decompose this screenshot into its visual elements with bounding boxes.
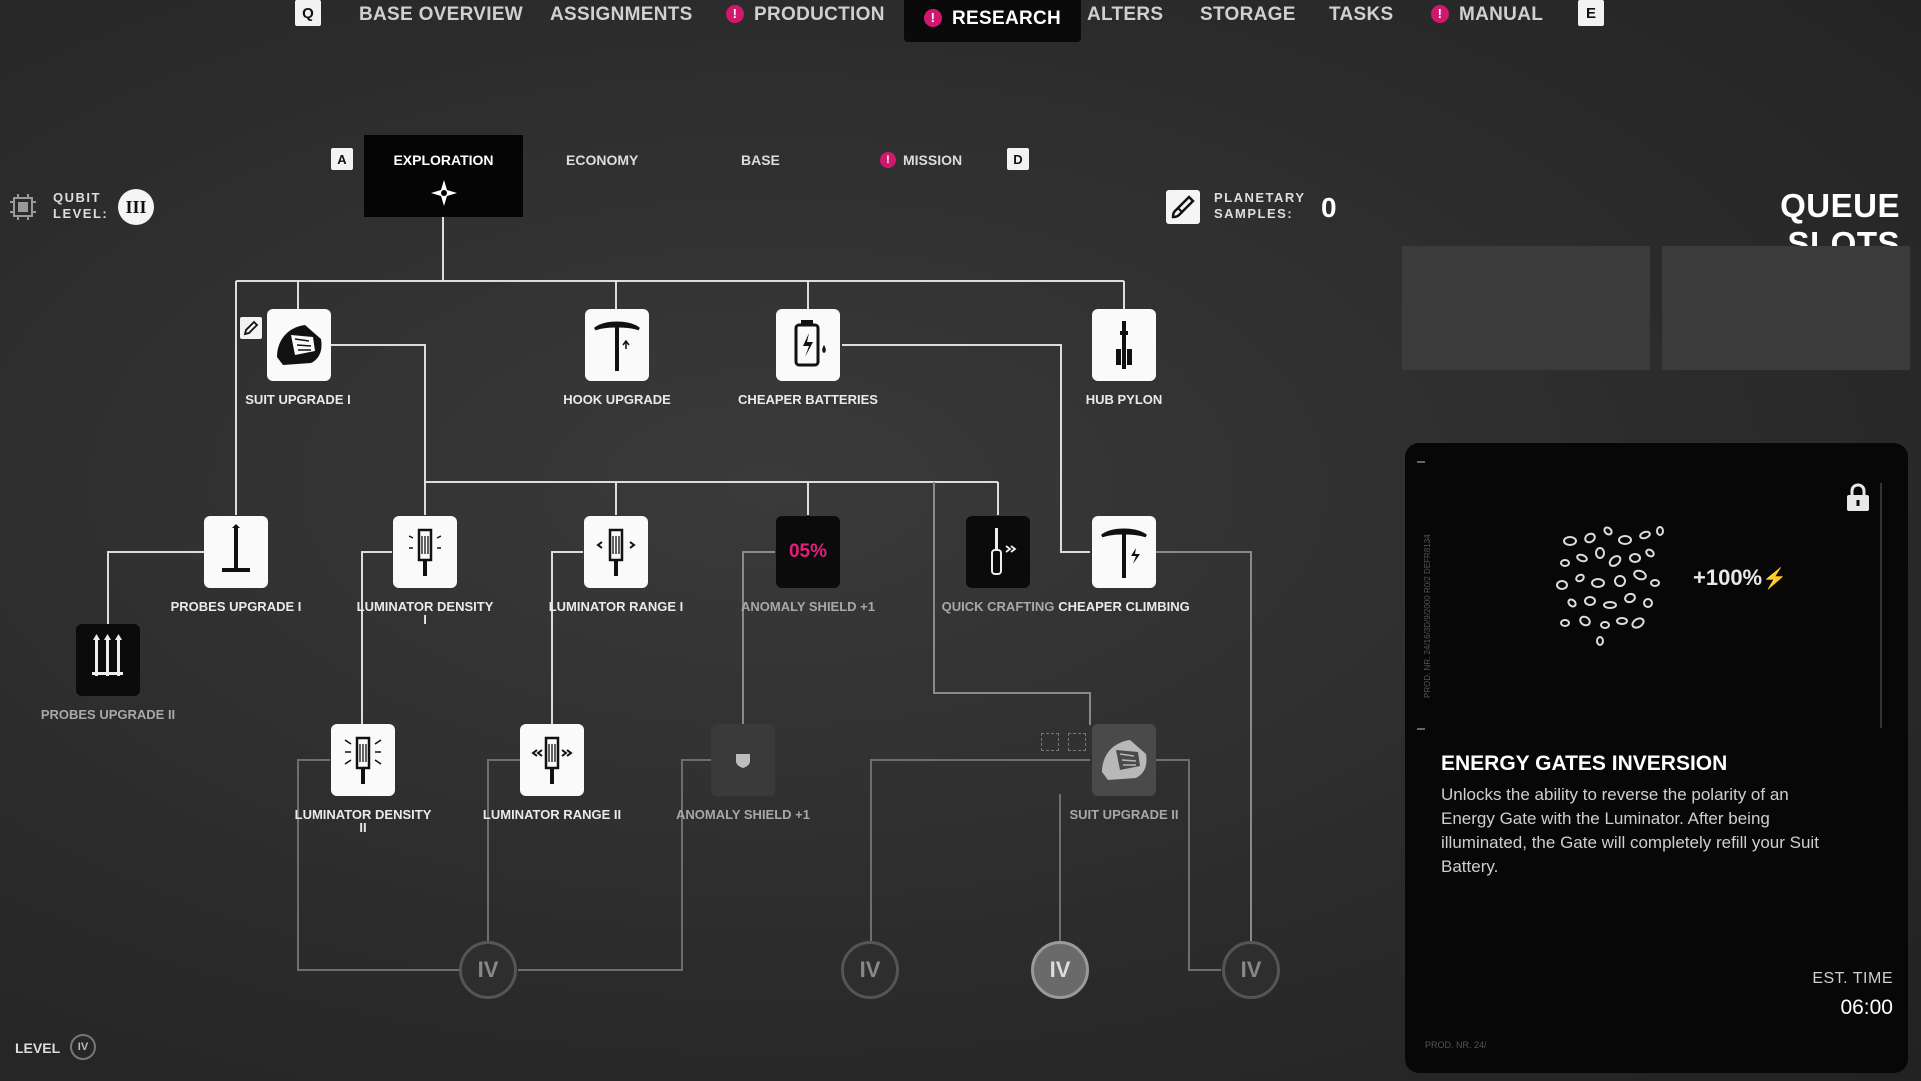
est-time-value: 06:00 [1840, 996, 1893, 1019]
research-node-label: HOOK UPGRADE [563, 392, 671, 407]
research-title: ENERGY GATES INVERSION [1441, 752, 1728, 775]
research-node-label: LUMINATOR DENSITY I [356, 599, 494, 627]
helmet-icon [1102, 740, 1147, 780]
level-gate-node[interactable]: IV [1222, 941, 1280, 999]
empty-slot-indicator [1068, 733, 1086, 751]
energy-cells-icon [1556, 526, 1664, 646]
pickaxe-icon [594, 321, 640, 371]
research-node-luminator-density-1[interactable] [393, 516, 457, 588]
research-node-quick-crafting[interactable] [966, 516, 1030, 588]
research-node-label: CHEAPER CLIMBING [1058, 599, 1190, 614]
research-node-label: SUIT UPGRADE I [245, 392, 351, 407]
level-gate-node[interactable]: IV [459, 941, 517, 999]
research-node-cheaper-batteries[interactable] [776, 309, 840, 381]
product-code-footer: PROD. NR. 24/ [1425, 1040, 1487, 1050]
research-description: Unlocks the ability to reverse the polar… [1441, 785, 1819, 876]
frame-tick [1417, 728, 1425, 730]
tab-manual-label: MANUAL [1459, 4, 1544, 25]
sample-required-icon [240, 317, 262, 339]
research-node-probes-upgrade-2[interactable] [76, 624, 140, 696]
research-node-hub-pylon[interactable] [1092, 309, 1156, 381]
battery-icon [794, 320, 826, 367]
climbing-pickaxe-icon [1101, 528, 1147, 578]
level-gate-node[interactable]: IV [1031, 941, 1089, 999]
helmet-icon [277, 325, 322, 365]
research-node-label: ANOMALY SHIELD +1 [675, 807, 810, 822]
research-node-suit-upgrade-1[interactable] [267, 309, 331, 381]
empty-slot-indicator [1041, 733, 1059, 751]
screwdriver-icon [991, 528, 1017, 575]
research-node-cheaper-climbing[interactable] [1092, 516, 1156, 588]
luminator-range-icon [596, 528, 636, 576]
luminator-icon [344, 736, 382, 784]
research-node-label: HUB PYLON [1085, 392, 1163, 407]
alert-icon: ! [1431, 5, 1449, 23]
research-node-label: LUMINATOR RANGE II [482, 807, 622, 822]
research-node-anomaly-shield-2[interactable] [711, 724, 775, 796]
probe-icon [222, 524, 250, 572]
research-node-probes-upgrade-1[interactable] [204, 516, 268, 588]
research-detail-panel: PROD. NR. 24/16/3D/9/2000 R0/2 DEFR8134 … [1405, 443, 1908, 1073]
tree-connectors [107, 217, 1252, 971]
research-node-label: LUMINATOR RANGE I [548, 599, 684, 614]
research-node-label: PROBES UPGRADE I [170, 599, 302, 614]
frame-rule [1880, 483, 1882, 728]
research-node-label: SUIT UPGRADE II [1069, 807, 1179, 822]
bonus-value: +100% [1693, 565, 1763, 590]
frame-tick [1417, 461, 1425, 463]
research-node-label: PROBES UPGRADE II [40, 707, 176, 722]
research-node-hook-upgrade[interactable] [585, 309, 649, 381]
level-badge: IV [70, 1034, 96, 1060]
research-progress-text: 05% [788, 541, 828, 562]
research-node-luminator-range-1[interactable] [584, 516, 648, 588]
research-node-luminator-density-2[interactable] [331, 724, 395, 796]
shield-icon [736, 754, 750, 768]
research-node-anomaly-shield[interactable]: 05% [776, 516, 840, 588]
triple-probe-icon [92, 634, 123, 676]
queue-slot[interactable] [1662, 246, 1910, 370]
research-node-label: LUMINATOR DENSITY II [294, 807, 432, 835]
level-gate-node[interactable]: IV [841, 941, 899, 999]
research-node-luminator-range-2[interactable] [520, 724, 584, 796]
bonus-text: +100%⚡ [1693, 565, 1787, 591]
next-tab-key[interactable]: E [1578, 0, 1604, 26]
est-time-label: EST. TIME [1812, 970, 1893, 987]
product-code-vertical: PROD. NR. 24/16/3D/9/2000 R0/2 DEFR8134 [1423, 534, 1432, 698]
research-node-suit-upgrade-2[interactable] [1092, 724, 1156, 796]
research-node-label: QUICK CRAFTING [941, 599, 1055, 614]
tab-manual[interactable]: ! MANUAL [1431, 4, 1543, 26]
research-node-label: ANOMALY SHIELD +1 [740, 599, 875, 614]
pylon-icon [1116, 321, 1132, 369]
lightning-icon: ⚡ [1762, 568, 1788, 590]
level-label: LEVEL [15, 1040, 61, 1056]
queue-slot[interactable] [1402, 246, 1650, 370]
luminator-range-icon [531, 736, 573, 784]
lock-icon [1847, 483, 1869, 511]
research-node-label: CHEAPER BATTERIES [738, 392, 878, 407]
luminator-icon [408, 528, 442, 576]
